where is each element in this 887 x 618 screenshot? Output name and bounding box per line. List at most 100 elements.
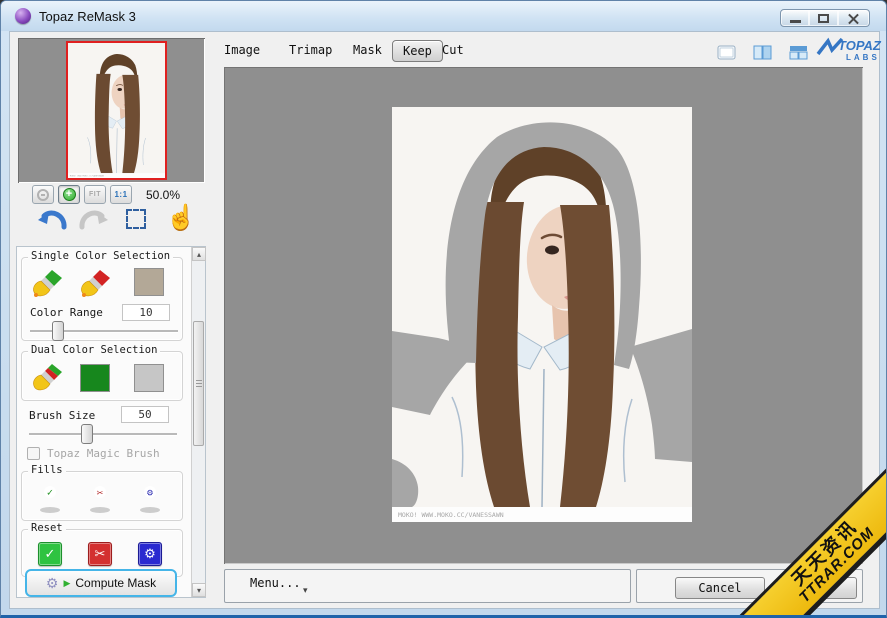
title-bar[interactable]: Topaz ReMask 3 — [1, 1, 886, 31]
fit-label: FIT — [89, 191, 101, 198]
zoom-percent: 50.0% — [146, 188, 180, 202]
tool-panel: Single Color Selection — [16, 246, 206, 598]
hand-icon: ☝ — [166, 204, 196, 231]
actual-size-label: 1:1 — [114, 190, 127, 199]
photo-view[interactable] — [392, 107, 692, 522]
single-view-button[interactable] — [716, 44, 738, 62]
undo-button[interactable] — [36, 205, 68, 238]
scissors-icon: ✂ — [95, 546, 106, 562]
main-canvas[interactable] — [224, 67, 863, 564]
brush-size-slider-thumb[interactable] — [81, 424, 93, 444]
dual-keep-swatch[interactable] — [80, 364, 110, 392]
menu-caret-icon[interactable]: ▾ — [303, 585, 308, 596]
menu-button[interactable]: Menu... — [250, 576, 301, 590]
dual-color-group: Dual Color Selection — [21, 351, 183, 401]
zoom-out-icon — [37, 189, 49, 201]
logo-brand-text: TOPAZ — [838, 38, 882, 53]
tab-keep[interactable]: Keep — [392, 40, 443, 62]
reset-keep-button[interactable]: ✓ — [38, 542, 62, 566]
marquee-icon — [126, 209, 146, 229]
compute-play-icon: ▶ — [63, 578, 70, 589]
svg-text:⚙: ⚙ — [146, 489, 153, 498]
reset-title: Reset — [28, 522, 66, 534]
scroll-down-icon[interactable]: ▾ — [192, 583, 206, 597]
quad-view-icon — [788, 44, 810, 62]
color-range-value[interactable]: 10 — [122, 304, 170, 321]
app-icon — [15, 8, 31, 24]
zoom-actual-button[interactable]: 1:1 — [110, 185, 132, 204]
client-area: + FIT 1:1 50.0% — [9, 31, 880, 609]
brush-size-label: Brush Size — [29, 409, 95, 422]
tab-image[interactable]: Image — [224, 43, 260, 57]
magic-brush-label: Topaz Magic Brush — [47, 447, 160, 460]
zoom-in-button[interactable]: + — [58, 185, 80, 204]
compute-gear-icon: ⚙ — [46, 575, 59, 592]
dual-brush-icon — [32, 362, 66, 394]
tab-mask[interactable]: Mask — [353, 43, 382, 57]
fills-group: Fills ✓ ✂ — [21, 471, 183, 521]
menu-panel: Menu... ▾ — [224, 569, 631, 603]
split-view-button[interactable] — [752, 44, 774, 62]
topaz-labs-logo: TOPAZ LABS — [816, 36, 882, 64]
tool-bar: ☝ — [18, 205, 208, 241]
split-view-icon — [752, 44, 774, 62]
fill-cut-button[interactable]: ✂ — [86, 480, 114, 512]
navigator-view-rect[interactable] — [66, 41, 167, 180]
color-range-slider[interactable] — [30, 330, 178, 333]
maximize-icon — [818, 14, 829, 23]
quad-view-button[interactable] — [788, 44, 810, 62]
cancel-button[interactable]: Cancel — [675, 577, 765, 599]
reset-compute-button[interactable]: ⚙ — [138, 542, 162, 566]
zoom-out-button[interactable] — [32, 185, 54, 204]
single-color-group: Single Color Selection — [21, 257, 183, 341]
cut-brush-icon — [80, 268, 114, 300]
close-button[interactable] — [838, 9, 870, 27]
maximize-button[interactable] — [809, 9, 839, 27]
zoom-in-icon: + — [63, 188, 76, 201]
fill-compute-icon: ⚙ — [136, 480, 164, 514]
navigator-preview[interactable] — [18, 38, 205, 183]
keep-brush-icon — [32, 268, 66, 300]
check-icon: ✓ — [45, 546, 56, 562]
reset-cut-button[interactable]: ✂ — [88, 542, 112, 566]
app-window: Topaz ReMask 3 + FIT 1:1 50.0% — [0, 0, 887, 618]
fill-compute-button[interactable]: ⚙ — [136, 480, 164, 512]
zoom-fit-button[interactable]: FIT — [84, 185, 106, 204]
panel-scrollbar-thumb[interactable] — [193, 321, 204, 446]
keep-brush-button[interactable] — [32, 268, 66, 305]
dual-color-title: Dual Color Selection — [28, 344, 160, 356]
brush-size-slider[interactable] — [29, 433, 177, 436]
panel-scrollbar[interactable]: ▴ ▾ — [191, 247, 205, 597]
compute-mask-button[interactable]: ⚙ ▶ Compute Mask — [25, 569, 177, 597]
scroll-up-icon[interactable]: ▴ — [192, 247, 206, 261]
fills-title: Fills — [28, 464, 66, 476]
fill-keep-button[interactable]: ✓ — [36, 480, 64, 512]
dual-brush-button[interactable] — [32, 362, 66, 399]
color-range-slider-thumb[interactable] — [52, 321, 64, 341]
gear-icon: ⚙ — [144, 546, 156, 562]
magic-brush-checkbox[interactable] — [27, 447, 40, 460]
marquee-select-button[interactable] — [126, 209, 146, 229]
svg-text:✓: ✓ — [46, 488, 54, 498]
dual-cut-swatch[interactable] — [134, 364, 164, 392]
single-color-swatch[interactable] — [134, 268, 164, 296]
compute-mask-label: Compute Mask — [75, 576, 156, 590]
single-color-title: Single Color Selection — [28, 250, 173, 262]
tab-trimap[interactable]: Trimap — [289, 43, 332, 57]
fill-cut-icon: ✂ — [86, 480, 114, 514]
minimize-button[interactable] — [780, 9, 810, 27]
cut-brush-button[interactable] — [80, 268, 114, 305]
undo-icon — [36, 205, 68, 233]
single-view-icon — [716, 44, 738, 62]
fill-keep-icon: ✓ — [36, 480, 64, 514]
window-title: Topaz ReMask 3 — [39, 9, 136, 24]
svg-text:✂: ✂ — [97, 489, 104, 498]
redo-button[interactable] — [78, 205, 110, 238]
color-range-label: Color Range — [30, 306, 103, 319]
logo-sub-text: LABS — [846, 53, 880, 62]
redo-icon — [78, 205, 110, 233]
tab-cut[interactable]: Cut — [442, 43, 464, 57]
brush-size-value[interactable]: 50 — [121, 406, 169, 423]
minimize-icon — [790, 20, 801, 23]
hand-tool-button[interactable]: ☝ — [166, 203, 196, 232]
